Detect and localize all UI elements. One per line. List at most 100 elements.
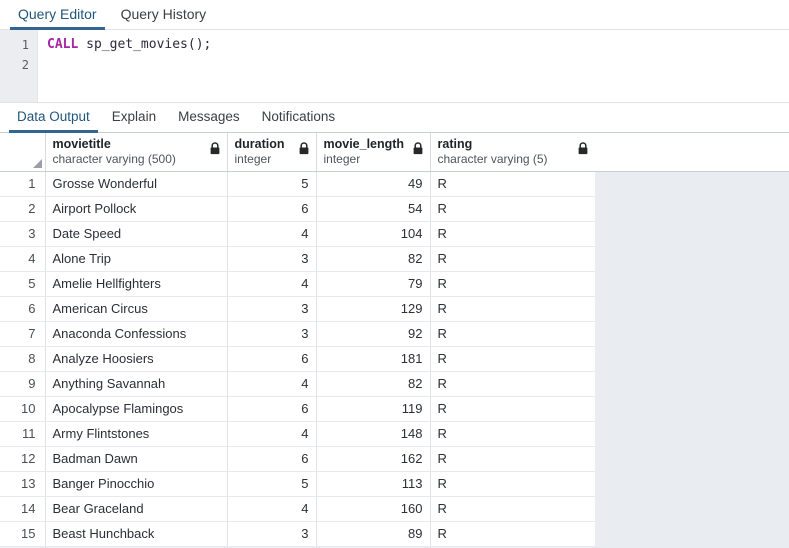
cell-movietitle[interactable]: Anaconda Confessions (45, 321, 228, 347)
cell-movietitle[interactable]: Alone Trip (45, 246, 228, 272)
cell-movietitle[interactable]: Anything Savannah (45, 371, 228, 397)
cell-duration[interactable]: 6 (227, 446, 317, 472)
cell-rating[interactable]: R (430, 246, 596, 272)
tab-data-output[interactable]: Data Output (6, 104, 101, 133)
cell-rating[interactable]: R (430, 221, 596, 247)
cell-duration[interactable]: 4 (227, 421, 317, 447)
data-output-grid[interactable]: movietitle character varying (500) durat… (0, 133, 789, 548)
cell-duration[interactable]: 3 (227, 521, 317, 547)
table-row[interactable]: 9 Anything Savannah 4 82 R (0, 371, 596, 397)
row-number-cell[interactable]: 5 (0, 271, 46, 297)
tab-query-history[interactable]: Query History (109, 1, 219, 29)
column-header-rating[interactable]: rating character varying (5) (430, 133, 596, 172)
tab-query-editor[interactable]: Query Editor (6, 1, 109, 30)
table-row[interactable]: 4 Alone Trip 3 82 R (0, 246, 596, 272)
table-row[interactable]: 15 Beast Hunchback 3 89 R (0, 521, 596, 547)
cell-rating[interactable]: R (430, 521, 596, 547)
cell-movie_length[interactable]: 82 (316, 371, 431, 397)
cell-duration[interactable]: 6 (227, 396, 317, 422)
cell-movie_length[interactable]: 89 (316, 521, 431, 547)
cell-movie_length[interactable]: 82 (316, 246, 431, 272)
cell-movietitle[interactable]: Analyze Hoosiers (45, 346, 228, 372)
column-header-movie-length[interactable]: movie_length integer (316, 133, 431, 172)
table-row[interactable]: 14 Bear Graceland 4 160 R (0, 496, 596, 522)
row-number-cell[interactable]: 15 (0, 521, 46, 547)
cell-movie_length[interactable]: 79 (316, 271, 431, 297)
cell-movie_length[interactable]: 49 (316, 171, 431, 197)
cell-duration[interactable]: 3 (227, 296, 317, 322)
cell-rating[interactable]: R (430, 271, 596, 297)
table-row[interactable]: 11 Army Flintstones 4 148 R (0, 421, 596, 447)
grid-corner-cell[interactable] (0, 133, 46, 172)
cell-movie_length[interactable]: 181 (316, 346, 431, 372)
cell-movie_length[interactable]: 160 (316, 496, 431, 522)
row-number-cell[interactable]: 14 (0, 496, 46, 522)
table-row[interactable]: 6 American Circus 3 129 R (0, 296, 596, 322)
table-row[interactable]: 8 Analyze Hoosiers 6 181 R (0, 346, 596, 372)
cell-duration[interactable]: 6 (227, 346, 317, 372)
cell-rating[interactable]: R (430, 371, 596, 397)
table-row[interactable]: 1 Grosse Wonderful 5 49 R (0, 171, 596, 197)
cell-movietitle[interactable]: Banger Pinocchio (45, 471, 228, 497)
cell-movietitle[interactable]: Army Flintstones (45, 421, 228, 447)
row-number-cell[interactable]: 12 (0, 446, 46, 472)
cell-rating[interactable]: R (430, 396, 596, 422)
table-row[interactable]: 13 Banger Pinocchio 5 113 R (0, 471, 596, 497)
row-number-cell[interactable]: 4 (0, 246, 46, 272)
cell-rating[interactable]: R (430, 171, 596, 197)
row-number-cell[interactable]: 2 (0, 196, 46, 222)
cell-rating[interactable]: R (430, 196, 596, 222)
row-number-cell[interactable]: 6 (0, 296, 46, 322)
cell-movietitle[interactable]: Beast Hunchback (45, 521, 228, 547)
cell-rating[interactable]: R (430, 421, 596, 447)
cell-movie_length[interactable]: 162 (316, 446, 431, 472)
row-number-cell[interactable]: 9 (0, 371, 46, 397)
cell-duration[interactable]: 3 (227, 321, 317, 347)
tab-messages[interactable]: Messages (167, 104, 251, 132)
cell-movietitle[interactable]: Date Speed (45, 221, 228, 247)
tab-notifications[interactable]: Notifications (251, 104, 347, 132)
column-header-movietitle[interactable]: movietitle character varying (500) (45, 133, 228, 172)
tab-explain[interactable]: Explain (101, 104, 167, 132)
row-number-cell[interactable]: 1 (0, 171, 46, 197)
row-number-cell[interactable]: 10 (0, 396, 46, 422)
cell-movie_length[interactable]: 113 (316, 471, 431, 497)
cell-movie_length[interactable]: 148 (316, 421, 431, 447)
cell-rating[interactable]: R (430, 496, 596, 522)
table-row[interactable]: 2 Airport Pollock 6 54 R (0, 196, 596, 222)
cell-movietitle[interactable]: Amelie Hellfighters (45, 271, 228, 297)
cell-duration[interactable]: 4 (227, 271, 317, 297)
table-row[interactable]: 5 Amelie Hellfighters 4 79 R (0, 271, 596, 297)
editor-code-area[interactable]: CALL sp_get_movies(); (38, 30, 789, 102)
cell-movietitle[interactable]: American Circus (45, 296, 228, 322)
table-row[interactable]: 7 Anaconda Confessions 3 92 R (0, 321, 596, 347)
cell-duration[interactable]: 4 (227, 371, 317, 397)
cell-movietitle[interactable]: Badman Dawn (45, 446, 228, 472)
cell-duration[interactable]: 4 (227, 221, 317, 247)
cell-movie_length[interactable]: 54 (316, 196, 431, 222)
sql-editor[interactable]: 1 2 CALL sp_get_movies(); (0, 30, 789, 103)
cell-duration[interactable]: 5 (227, 171, 317, 197)
cell-movietitle[interactable]: Grosse Wonderful (45, 171, 228, 197)
cell-rating[interactable]: R (430, 346, 596, 372)
cell-movietitle[interactable]: Airport Pollock (45, 196, 228, 222)
row-number-cell[interactable]: 8 (0, 346, 46, 372)
cell-duration[interactable]: 6 (227, 196, 317, 222)
table-row[interactable]: 10 Apocalypse Flamingos 6 119 R (0, 396, 596, 422)
cell-rating[interactable]: R (430, 321, 596, 347)
cell-rating[interactable]: R (430, 296, 596, 322)
row-number-cell[interactable]: 13 (0, 471, 46, 497)
table-row[interactable]: 3 Date Speed 4 104 R (0, 221, 596, 247)
cell-movie_length[interactable]: 104 (316, 221, 431, 247)
column-header-duration[interactable]: duration integer (227, 133, 317, 172)
row-number-cell[interactable]: 3 (0, 221, 46, 247)
cell-movie_length[interactable]: 119 (316, 396, 431, 422)
cell-rating[interactable]: R (430, 471, 596, 497)
cell-rating[interactable]: R (430, 446, 596, 472)
cell-movietitle[interactable]: Bear Graceland (45, 496, 228, 522)
cell-duration[interactable]: 3 (227, 246, 317, 272)
cell-movie_length[interactable]: 129 (316, 296, 431, 322)
row-number-cell[interactable]: 7 (0, 321, 46, 347)
row-number-cell[interactable]: 11 (0, 421, 46, 447)
cell-duration[interactable]: 4 (227, 496, 317, 522)
